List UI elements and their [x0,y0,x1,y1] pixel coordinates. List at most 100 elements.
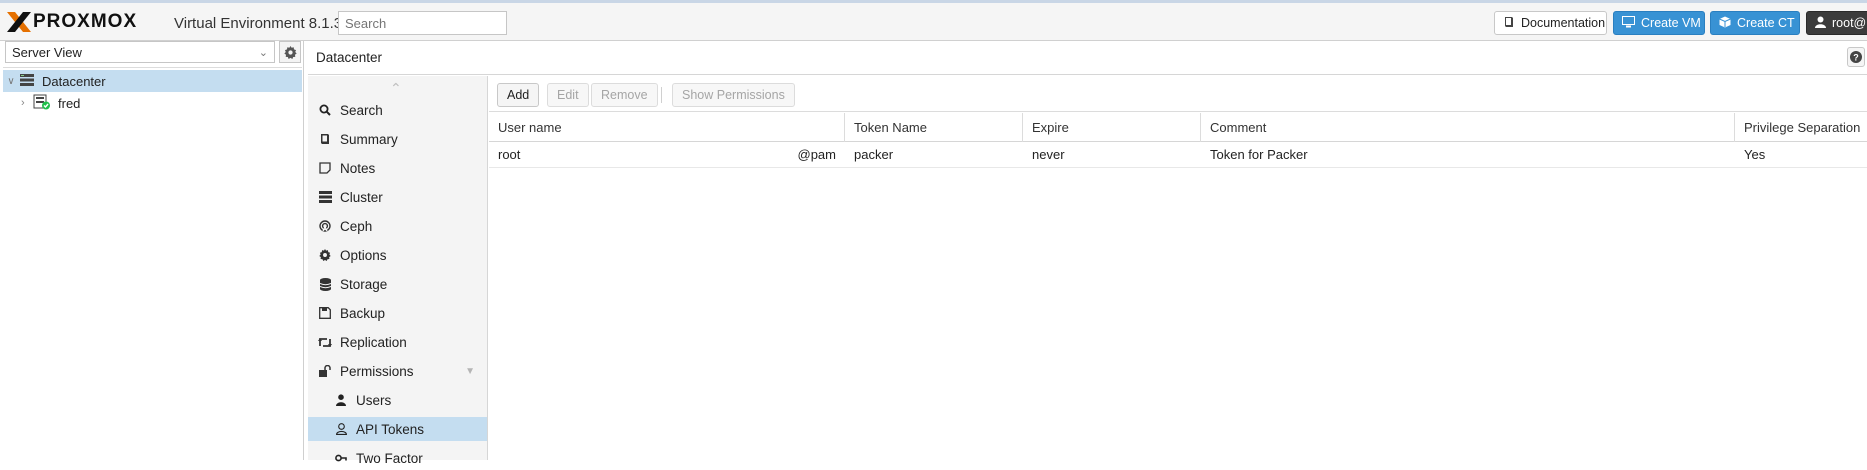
resource-tree-panel: Server View ⌄ ∨ Datacenter › fred [0,41,304,460]
nav-item-options[interactable]: Options [308,243,487,267]
documentation-label: Documentation [1521,16,1606,30]
column-header-expire[interactable]: Expire [1023,113,1201,142]
datacenter-nav-menu: ⌃ Search Summary Notes Cluster Ceph Opti… [308,76,488,466]
show-permissions-label: Show Permissions [682,88,785,102]
user-menu-button[interactable]: root@p [1806,11,1867,35]
gear-icon [318,249,332,261]
key-icon [334,452,348,464]
nav-item-storage[interactable]: Storage [308,272,487,296]
resource-tree: ∨ Datacenter › fred [3,67,302,460]
nav-item-search[interactable]: Search [308,98,487,122]
column-title: Token Name [854,120,927,135]
node-online-icon [33,94,51,113]
nav-item-two-factor[interactable]: Two Factor [308,446,487,470]
nav-item-users[interactable]: Users [308,388,487,412]
brand-text: PROXMOX [33,11,138,32]
grid-header: User name Token Name Expire Comment Priv… [489,113,1867,142]
nav-item-replication[interactable]: Replication [308,330,487,354]
book-icon [318,133,332,145]
cell-expire: never [1032,147,1065,162]
nav-item-permissions[interactable]: Permissions ▼ [308,359,487,383]
table-row[interactable]: root @pam packer never Token for Packer … [489,142,1867,168]
tree-node-fred[interactable]: › fred [3,92,302,114]
nav-label: Cluster [340,189,383,205]
column-title: User name [498,120,562,135]
user-outline-icon [334,423,348,435]
nav-label: Storage [340,276,388,292]
column-header-comment[interactable]: Comment [1201,113,1735,142]
user-label: root@p [1832,16,1867,30]
nav-item-notes[interactable]: Notes [308,156,487,180]
documentation-button[interactable]: Documentation [1494,11,1607,35]
chevron-right-icon[interactable]: › [21,97,31,109]
show-permissions-button[interactable]: Show Permissions [672,83,795,107]
collapse-caret-icon[interactable]: ▼ [465,366,475,377]
tree-node-datacenter[interactable]: ∨ Datacenter [3,70,302,92]
nav-label: Permissions [340,363,414,379]
add-button[interactable]: Add [497,83,540,107]
tree-settings-button[interactable] [279,41,301,63]
help-button[interactable]: ? [1847,47,1865,67]
create-vm-button[interactable]: Create VM [1613,11,1705,35]
tree-label: fred [58,95,81,111]
column-title: Expire [1032,120,1069,135]
monitor-icon [1622,15,1635,31]
user-icon [1815,16,1826,31]
column-header-token-name[interactable]: Token Name [845,113,1023,142]
breadcrumb: Datacenter [316,50,383,65]
datacenter-icon [19,73,35,90]
nav-label: Options [340,247,387,263]
unlock-icon [318,365,332,377]
chevron-down-icon: ⌄ [258,46,268,59]
cell-user: root @pam [489,142,845,168]
nav-item-ceph[interactable]: Ceph [308,214,487,238]
view-selector-value: Server View [12,44,82,60]
nav-label: API Tokens [356,421,425,437]
nav-item-summary[interactable]: Summary [308,127,487,151]
nav-item-backup[interactable]: Backup [308,301,487,325]
cell-comment: Token for Packer [1210,147,1308,162]
api-tokens-panel: Add Edit Remove Show Permissions User na… [489,76,1867,460]
search-input[interactable] [338,11,507,35]
toolbar-separator [661,87,662,103]
nav-label: Search [340,102,383,118]
user-icon [334,394,348,406]
help-icon: ? [1850,51,1862,63]
expand-toggle-icon[interactable]: ∨ [3,76,19,87]
nav-label: Backup [340,305,386,321]
note-icon [318,162,332,174]
add-label: Add [507,88,530,102]
proxmox-logo[interactable]: PROXMOX [6,11,137,33]
nav-label: Summary [340,131,398,147]
remove-button[interactable]: Remove [591,83,658,107]
nav-label: Users [356,392,392,408]
svg-text:?: ? [1853,53,1859,63]
edit-button[interactable]: Edit [547,83,589,107]
gear-icon [283,45,297,59]
create-ct-button[interactable]: Create CT [1710,11,1800,35]
nav-label: Ceph [340,218,373,234]
create-ct-label: Create CT [1737,16,1795,30]
view-selector[interactable]: Server View ⌄ [5,41,275,63]
edit-label: Edit [557,88,579,102]
top-bar: PROXMOX Virtual Environment 8.1.3 Docume… [0,0,1867,41]
nav-item-cluster[interactable]: Cluster [308,185,487,209]
content-header: Datacenter [308,41,1867,75]
retweet-icon [318,337,332,348]
book-icon [1503,16,1515,31]
database-icon [318,277,332,291]
column-header-privilege-separation[interactable]: Privilege Separation [1735,113,1867,142]
search-icon [318,104,332,116]
scroll-up-icon[interactable]: ⌃ [390,80,402,97]
proxmox-x-icon [7,12,31,32]
cell-token-name: packer [854,147,894,162]
nav-label: Notes [340,160,376,176]
nav-label: Two Factor [356,450,423,466]
tree-label: Datacenter [42,73,106,89]
ceph-icon [318,220,332,232]
create-vm-label: Create VM [1641,16,1701,30]
user-value: root [498,147,521,162]
nav-label: Replication [340,334,407,350]
nav-item-api-tokens[interactable]: API Tokens [308,417,487,441]
column-header-user-name[interactable]: User name [489,113,845,142]
